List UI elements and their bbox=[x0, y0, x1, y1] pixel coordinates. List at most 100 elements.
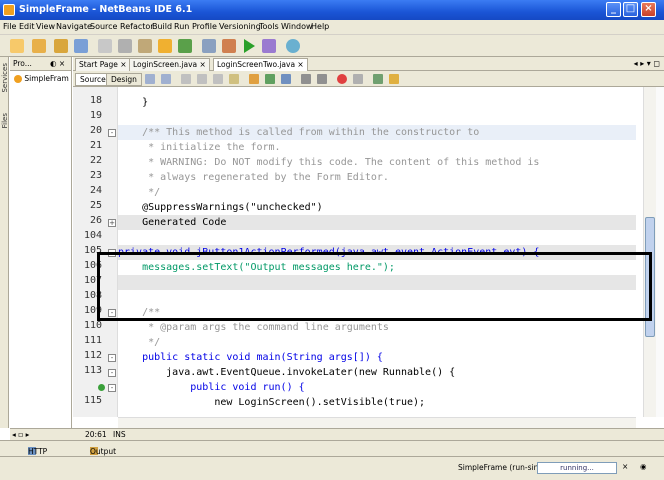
menu-window[interactable]: Window bbox=[281, 22, 313, 31]
horizontal-scrollbar[interactable] bbox=[118, 417, 636, 428]
tab-loginscreentwo-label: LoginScreenTwo.java bbox=[217, 60, 296, 69]
fold-toggle-icon[interactable]: - bbox=[108, 129, 116, 137]
menu-source[interactable]: Source bbox=[90, 22, 117, 31]
profile-icon[interactable] bbox=[286, 39, 300, 53]
code-line: } bbox=[118, 97, 149, 108]
projects-tab[interactable]: Pro... bbox=[13, 59, 32, 68]
bookmark-icon[interactable] bbox=[281, 74, 291, 84]
window-title: SimpleFrame - NetBeans IDE 6.1 bbox=[19, 4, 193, 15]
new-file-icon[interactable] bbox=[10, 39, 24, 53]
projects-header: Pro... ◐ × bbox=[10, 57, 71, 71]
menu-build[interactable]: Build bbox=[152, 22, 172, 31]
code-line: * initialize the form. bbox=[118, 142, 281, 153]
cut-icon[interactable] bbox=[98, 39, 112, 53]
notification-icon[interactable]: ◉ bbox=[640, 462, 647, 471]
fold-toggle-icon[interactable]: - bbox=[108, 369, 116, 377]
clean-build-icon[interactable] bbox=[222, 39, 236, 53]
fold-toggle-icon[interactable]: - bbox=[108, 249, 116, 257]
tab-start-page[interactable]: Start Page × bbox=[75, 58, 131, 71]
left-edge-strip: Services Files bbox=[0, 57, 9, 428]
fold-toggle-icon[interactable]: - bbox=[108, 309, 116, 317]
vertical-scroll-thumb[interactable] bbox=[645, 217, 655, 337]
find-prev-icon[interactable] bbox=[197, 74, 207, 84]
menu-navigate[interactable]: Navigate bbox=[56, 22, 92, 31]
close-button[interactable]: × bbox=[641, 2, 656, 17]
scroll-arrows-icon[interactable]: ◂ ▫ ▸ bbox=[12, 430, 29, 439]
forward-icon[interactable] bbox=[161, 74, 171, 84]
menu-versioning[interactable]: Versioning bbox=[219, 22, 261, 31]
new-project-icon[interactable] bbox=[32, 39, 46, 53]
insert-mode: INS bbox=[113, 430, 126, 439]
code-line: private void jButton1ActionPerformed(jav… bbox=[118, 247, 540, 258]
line-number: 107 bbox=[83, 275, 102, 286]
record-macro-icon[interactable] bbox=[337, 74, 347, 84]
menu-view[interactable]: View bbox=[36, 22, 55, 31]
menu-tools[interactable]: Tools bbox=[259, 22, 279, 31]
code-line: public void run() { bbox=[118, 382, 305, 393]
comment-icon[interactable] bbox=[301, 74, 311, 84]
bottom-tabs: HTTP Monitor Output bbox=[0, 440, 664, 465]
copy-icon[interactable] bbox=[118, 39, 132, 53]
undo-icon[interactable] bbox=[158, 39, 172, 53]
line-number: 24 bbox=[89, 185, 102, 196]
find-icon[interactable] bbox=[181, 74, 191, 84]
menu-help[interactable]: Help bbox=[311, 22, 329, 31]
menu-edit[interactable]: Edit bbox=[19, 22, 35, 31]
code-line: */ bbox=[118, 187, 161, 198]
toggle-highlight-icon[interactable] bbox=[229, 74, 239, 84]
redo-icon[interactable] bbox=[178, 39, 192, 53]
line-number: 105 bbox=[83, 245, 102, 256]
menu-refactor[interactable]: Refactor bbox=[120, 22, 154, 31]
code-view[interactable]: } /** This method is called from within … bbox=[118, 87, 636, 417]
fold-toggle-icon[interactable]: - bbox=[108, 354, 116, 362]
stop-macro-icon[interactable] bbox=[353, 74, 363, 84]
code-line: @SuppressWarnings("unchecked") bbox=[118, 202, 323, 213]
debug-icon[interactable] bbox=[262, 39, 276, 53]
title-bar: SimpleFrame - NetBeans IDE 6.1 _ □ × bbox=[0, 0, 664, 20]
line-number: 25 bbox=[89, 200, 102, 211]
error-stripe[interactable] bbox=[656, 87, 664, 417]
line-number: 22 bbox=[89, 155, 102, 166]
shift-right-icon[interactable] bbox=[265, 74, 275, 84]
find-next-icon[interactable] bbox=[213, 74, 223, 84]
design-tab[interactable]: Design bbox=[106, 73, 142, 86]
open-project-icon[interactable] bbox=[54, 39, 68, 53]
override-marker-icon[interactable] bbox=[98, 384, 105, 391]
editor-status-bar: ◂ ▫ ▸ 20:61 INS bbox=[10, 428, 664, 440]
fold-toggle-icon[interactable]: - bbox=[108, 384, 116, 392]
project-node[interactable]: SimpleFram bbox=[14, 74, 69, 83]
chart-icon[interactable] bbox=[389, 74, 399, 84]
code-line: * always regenerated by the Form Editor. bbox=[118, 172, 389, 183]
line-number: 19 bbox=[89, 110, 102, 121]
maximize-button[interactable]: □ bbox=[623, 2, 638, 17]
back-icon[interactable] bbox=[145, 74, 155, 84]
line-number: 104 bbox=[83, 230, 102, 241]
services-tab[interactable]: Services bbox=[1, 63, 9, 93]
code-line: /** bbox=[118, 307, 161, 318]
minimize-button[interactable]: _ bbox=[606, 2, 621, 17]
code-line: public static void main(String args[]) { bbox=[118, 352, 383, 363]
vertical-scrollbar[interactable] bbox=[643, 87, 656, 417]
files-tab[interactable]: Files bbox=[1, 113, 9, 128]
paste-icon[interactable] bbox=[138, 39, 152, 53]
project-node-label: SimpleFram bbox=[24, 74, 69, 83]
tab-loginscreen[interactable]: LoginScreen.java × bbox=[129, 58, 210, 71]
status-bar: SimpleFrame (run-single) running... × ◉ bbox=[0, 456, 664, 480]
generated-code-fold[interactable]: Generated Code bbox=[118, 215, 226, 230]
save-all-icon[interactable] bbox=[74, 39, 88, 53]
tab-loginscreentwo[interactable]: LoginScreenTwo.java × bbox=[213, 58, 308, 71]
shift-left-icon[interactable] bbox=[249, 74, 259, 84]
line-number: 111 bbox=[83, 335, 102, 346]
line-number: 21 bbox=[89, 140, 102, 151]
run-icon[interactable] bbox=[244, 39, 255, 53]
uncomment-icon[interactable] bbox=[317, 74, 327, 84]
cancel-task-icon[interactable]: × bbox=[622, 462, 628, 471]
menu-run[interactable]: Run bbox=[174, 22, 189, 31]
tab-nav-icons[interactable]: ◂ ▸ ▾ ◻ bbox=[634, 59, 660, 68]
build-hammer-icon[interactable] bbox=[202, 39, 216, 53]
panel-close-icon[interactable]: ◐ × bbox=[50, 59, 65, 68]
menu-profile[interactable]: Profile bbox=[192, 22, 217, 31]
diff-icon[interactable] bbox=[373, 74, 383, 84]
fold-toggle-icon[interactable]: + bbox=[108, 219, 116, 227]
menu-file[interactable]: File bbox=[3, 22, 16, 31]
